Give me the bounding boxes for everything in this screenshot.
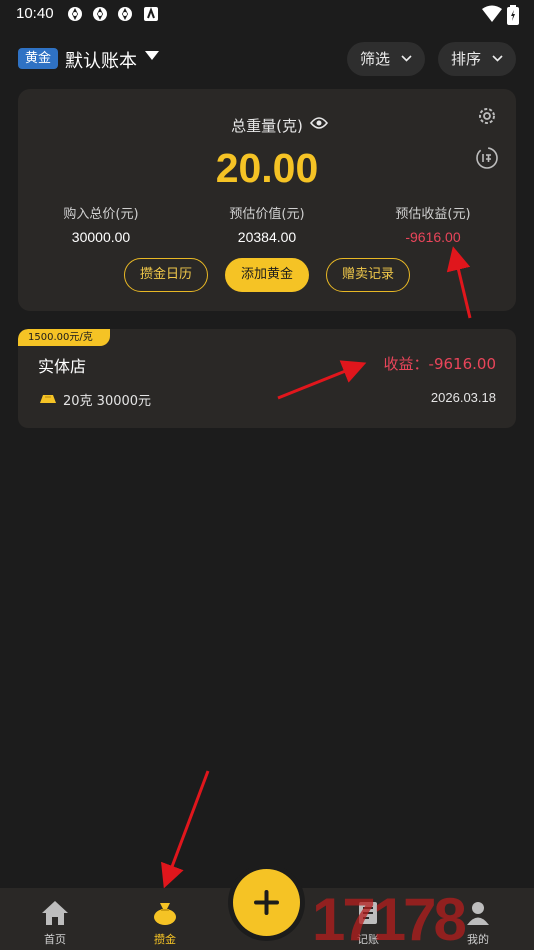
battery-icon (507, 5, 519, 25)
chevron-down-icon (492, 55, 503, 62)
record-profit: 收益：-9616.00 (383, 355, 496, 373)
filter-button[interactable]: 筛选 (347, 42, 425, 76)
filter-button-label: 筛选 (360, 50, 391, 68)
add-record-button[interactable] (233, 869, 300, 936)
stat-estimated-value: 预估价值(元) 20384.00 (184, 203, 350, 245)
status-time: 10:40 (16, 5, 54, 22)
gold-record-item[interactable]: 1500.00元/克 实体店 收益：-9616.00 20克 30000元 20… (18, 329, 516, 428)
record-store: 实体店 (38, 357, 87, 376)
stat-estimated-profit: 预估收益(元) -9616.00 (350, 203, 516, 245)
unit-price-badge: 1500.00元/克 (18, 329, 110, 346)
stat-value: -9616.00 (405, 229, 461, 245)
stat-label: 预估收益(元) (395, 207, 471, 222)
account-book-selector[interactable]: 默认账本 (65, 47, 137, 73)
aperture-icon (93, 7, 107, 21)
book-type-badge: 黄金 (18, 48, 58, 69)
watermark: 17178 (312, 886, 467, 950)
stat-purchase-total: 购入总价(元) 30000.00 (18, 203, 184, 245)
total-weight-label: 总重量(克) (231, 117, 303, 135)
aperture-icon (68, 7, 82, 21)
status-bar: 10:40 (0, 0, 534, 30)
sell-records-button[interactable]: 赠卖记录 (326, 258, 410, 292)
gold-calendar-button[interactable]: 攒金日历 (124, 258, 208, 292)
eye-icon[interactable] (310, 116, 328, 130)
stat-value: 20384.00 (237, 229, 297, 245)
record-date: 2026.03.18 (430, 390, 496, 405)
summary-card: 总重量(克) 20.00 购入总价(元) 30000.00 预估价值(元) 20… (18, 89, 516, 311)
stat-label: 购入总价(元) (63, 207, 139, 222)
app-notification-icon (144, 7, 158, 21)
nav-item-home[interactable]: 首页 (0, 888, 110, 950)
gold-bag-icon (154, 903, 176, 925)
annotation-arrow (161, 770, 210, 889)
gold-ingot-icon (40, 395, 56, 403)
plus-icon (254, 890, 279, 915)
add-gold-button[interactable]: 添加黄金 (225, 258, 309, 292)
stat-label: 预估价值(元) (229, 207, 305, 222)
app-header: 黄金 默认账本 筛选 排序 (0, 40, 534, 80)
sort-button-label: 排序 (451, 50, 482, 68)
caret-down-icon[interactable] (145, 51, 159, 61)
gear-icon[interactable] (476, 105, 498, 127)
nav-label: 首页 (44, 933, 66, 946)
total-weight-value: 20.00 (215, 145, 319, 191)
wifi-icon (482, 5, 502, 22)
aperture-icon (118, 7, 132, 21)
nav-label: 攒金 (154, 933, 176, 946)
nav-item-gold[interactable]: 攒金 (110, 888, 220, 950)
record-amount: 20克 30000元 (63, 394, 152, 409)
chevron-down-icon (401, 55, 412, 62)
sort-button[interactable]: 排序 (438, 42, 516, 76)
stat-value: 30000.00 (71, 229, 131, 245)
home-icon (42, 901, 68, 925)
user-icon (467, 902, 489, 925)
